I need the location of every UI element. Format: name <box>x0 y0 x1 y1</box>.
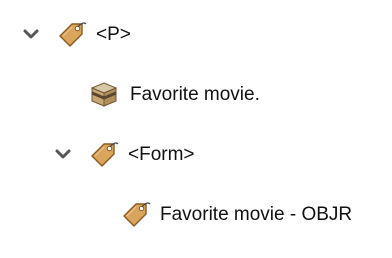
tree-node-favorite-movie[interactable]: Favorite movie. <box>86 74 260 114</box>
tree-node-form[interactable]: <Form> <box>52 134 195 174</box>
chevron-down-icon[interactable] <box>52 143 74 165</box>
tree-node-label: <Form> <box>128 143 195 165</box>
tag-icon <box>118 196 154 232</box>
structure-tree: <P> Favorite movie. <Form> Favorite movi… <box>0 0 392 258</box>
tree-node-p[interactable]: <P> <box>20 14 131 54</box>
tree-node-favorite-movie-objr[interactable]: Favorite movie - OBJR <box>118 194 352 234</box>
chevron-down-icon[interactable] <box>20 23 42 45</box>
tag-icon <box>54 16 90 52</box>
tree-node-label: Favorite movie. <box>130 83 260 105</box>
tree-node-label: Favorite movie - OBJR <box>160 203 353 225</box>
tag-icon <box>86 136 122 172</box>
box-icon <box>86 76 122 112</box>
tree-node-label: <P> <box>96 23 131 45</box>
